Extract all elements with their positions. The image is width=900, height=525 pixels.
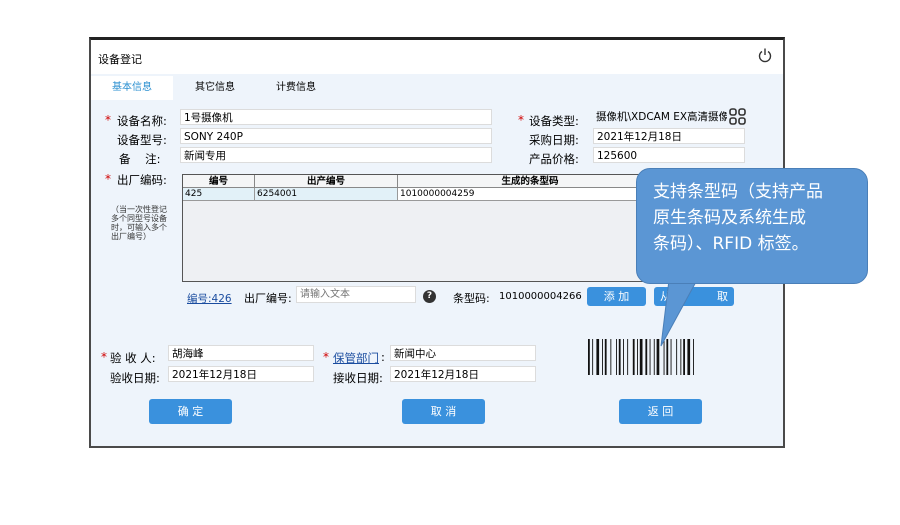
power-icon[interactable] <box>757 47 773 63</box>
accept-date-label: 验收日期: <box>110 371 160 385</box>
serial-entry-label: 出厂编号: <box>244 292 292 305</box>
barcode-value: 1010000004266 <box>499 291 582 302</box>
add-button[interactable]: 添 加 <box>587 287 646 306</box>
tab-billing-info[interactable]: 计费信息 <box>257 76 335 100</box>
grid-cell[interactable]: 6254001 <box>255 188 398 201</box>
barcode-bar <box>604 339 607 375</box>
purchase-date-field[interactable]: 2021年12月18日 <box>593 128 745 144</box>
receive-date-field[interactable]: 2021年12月18日 <box>390 366 536 382</box>
callout-line: 支持条型码（支持产品 <box>653 182 823 202</box>
device-name-label: 设备名称: <box>117 114 167 128</box>
column-header: 编号 <box>183 175 255 188</box>
confirm-button[interactable]: 确 定 <box>149 399 232 424</box>
device-type-label: 设备类型: <box>529 114 579 128</box>
barcode-bar <box>623 339 624 375</box>
grid-cell[interactable]: 1010000004259 <box>398 188 663 201</box>
serial-grid[interactable]: 编号 出产编号 生成的条型码 425 6254001 1010000004259 <box>182 174 664 282</box>
barcode-bar <box>639 339 643 375</box>
tab-bar: 基本信息 其它信息 计费信息 <box>91 76 783 100</box>
dept-link[interactable]: 保管部门 <box>333 350 379 366</box>
required-mark: * <box>323 350 329 364</box>
device-model-field[interactable]: SONY 240P <box>180 128 492 144</box>
tab-other-info[interactable]: 其它信息 <box>175 76 255 100</box>
barcode-bar <box>596 339 600 375</box>
remark-label: 备 注: <box>119 152 161 166</box>
barcode-bar <box>616 339 617 375</box>
price-field[interactable]: 125600 <box>593 147 745 163</box>
inspector-label: 验 收 人: <box>110 351 156 365</box>
serial-entry-input[interactable] <box>296 286 416 303</box>
back-button[interactable]: 返 回 <box>619 399 702 424</box>
help-icon[interactable]: ? <box>423 290 436 303</box>
column-header: 生成的条型码 <box>398 175 663 188</box>
barcode-label: 条型码: <box>453 292 490 305</box>
dept-colon: : <box>381 350 385 364</box>
serial-note: （当一次性登记多个同型号设备时，可输入多个出厂编号） <box>111 205 167 241</box>
device-type-field[interactable]: 摄像机\XDCAM EX高清摄像 <box>593 109 727 125</box>
device-model-label: 设备型号: <box>117 133 167 147</box>
barcode-bar <box>645 339 648 375</box>
dept-field[interactable]: 新闻中心 <box>390 345 536 361</box>
tab-basic-info[interactable]: 基本信息 <box>91 76 173 100</box>
qr-icon[interactable] <box>729 108 746 125</box>
required-mark: * <box>105 113 111 127</box>
receive-date-label: 接收日期: <box>333 371 383 385</box>
barcode-bar <box>610 339 612 375</box>
grid-cell[interactable]: 425 <box>183 188 255 201</box>
column-header: 出产编号 <box>255 175 398 188</box>
required-mark: * <box>518 113 524 127</box>
callout-line: 原生条码及系统生成 <box>653 208 806 228</box>
inspector-field[interactable]: 胡海峰 <box>168 345 314 361</box>
barcode-bar <box>602 339 603 375</box>
barcode-bar <box>627 339 629 375</box>
barcode-bar <box>592 339 594 375</box>
window-title: 设备登记 <box>98 53 142 66</box>
callout-tail <box>660 280 698 347</box>
import-button-label-right: 取 <box>717 290 728 303</box>
barcode-bar <box>632 339 635 375</box>
required-mark: * <box>105 172 111 186</box>
callout-line: 条码）、RFID 标签。 <box>653 234 809 254</box>
serial-label: 出厂编码: <box>117 173 167 187</box>
device-name-field[interactable]: 1号摄像机 <box>180 109 492 125</box>
required-mark: * <box>101 350 107 364</box>
barcode-bar <box>588 339 590 375</box>
title-bar: 设备登记 <box>91 40 783 74</box>
cancel-button[interactable]: 取 消 <box>402 399 485 424</box>
number-link[interactable]: 编号:426 <box>187 291 232 306</box>
price-label: 产品价格: <box>529 152 579 166</box>
purchase-date-label: 采购日期: <box>529 133 579 147</box>
barcode-bar <box>637 339 638 375</box>
barcode-bar <box>618 339 621 375</box>
remark-field[interactable]: 新闻专用 <box>180 147 492 163</box>
feature-callout: 支持条型码（支持产品 原生条码及系统生成 条码）、RFID 标签。 <box>636 168 868 284</box>
accept-date-field[interactable]: 2021年12月18日 <box>168 366 314 382</box>
